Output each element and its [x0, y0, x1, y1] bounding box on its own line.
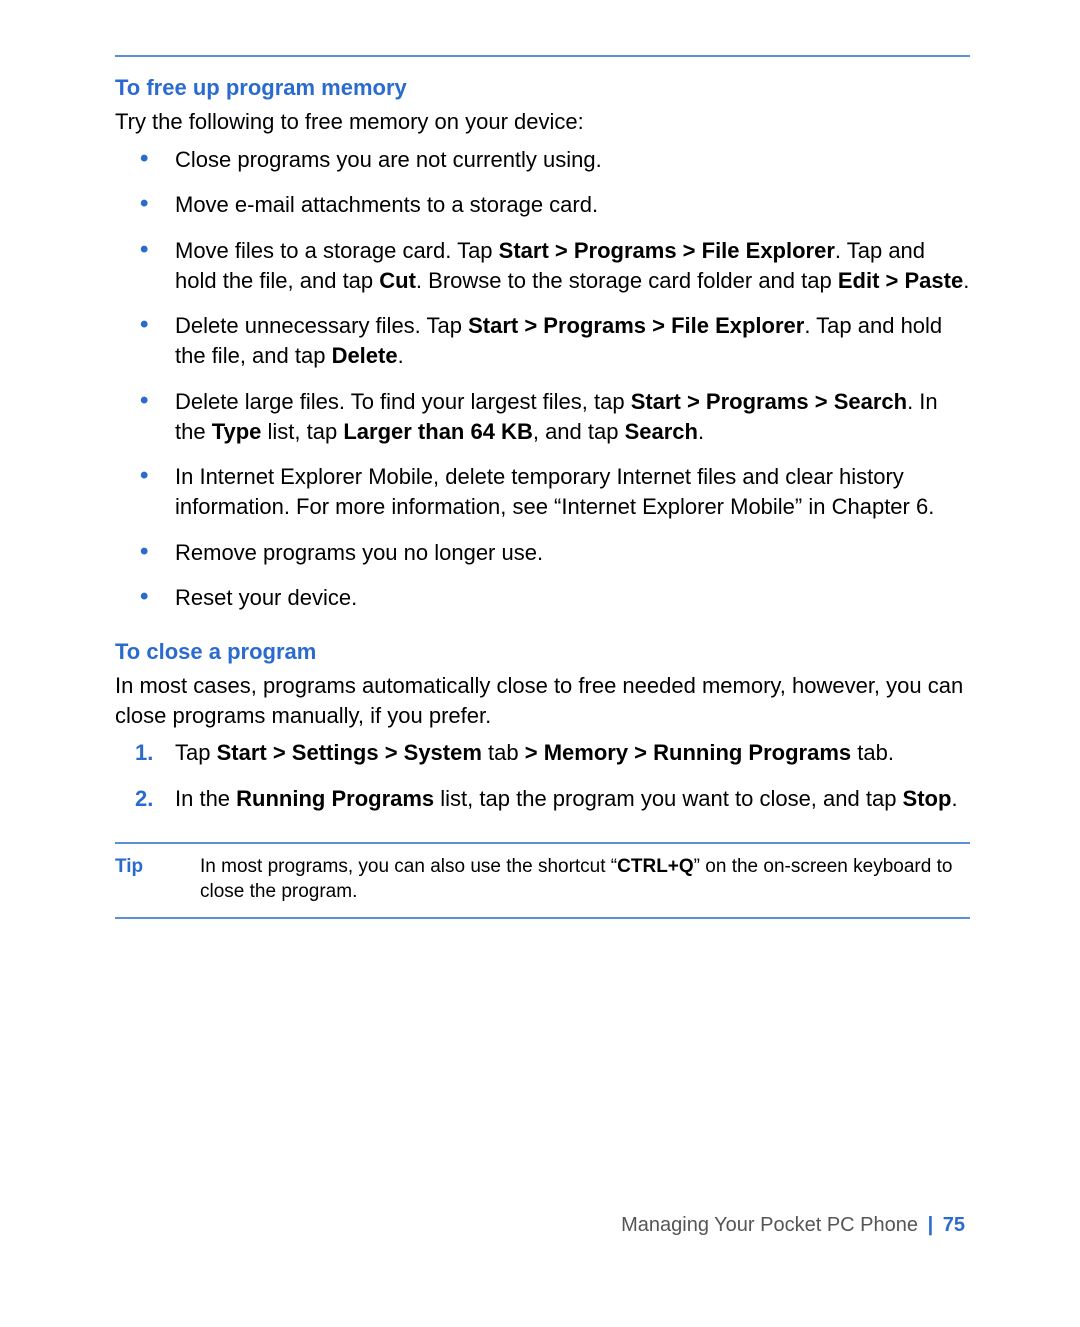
bold: > Memory > Running Programs — [525, 740, 851, 765]
bullet-list-memory: Close programs you are not currently usi… — [115, 145, 970, 613]
text: . — [398, 343, 404, 368]
text: Remove programs you no longer use. — [175, 540, 543, 565]
text: Close programs you are not currently usi… — [175, 147, 602, 172]
footer-separator: | — [924, 1214, 938, 1236]
text: list, tap the program you want to close,… — [434, 786, 902, 811]
text: Move e-mail attachments to a storage car… — [175, 192, 598, 217]
heading-free-memory: To free up program memory — [115, 75, 970, 101]
bold: Start > Programs > File Explorer — [499, 238, 835, 263]
bold: Search — [625, 419, 698, 444]
text: tab — [482, 740, 525, 765]
text: Delete large files. To find your largest… — [175, 389, 631, 414]
bold: Start > Programs > Search — [631, 389, 907, 414]
bullet-item: Close programs you are not currently usi… — [175, 145, 970, 175]
tip-block: Tip In most programs, you can also use t… — [115, 842, 970, 919]
bullet-item: In Internet Explorer Mobile, delete temp… — [175, 462, 970, 521]
text: In Internet Explorer Mobile, delete temp… — [175, 464, 934, 519]
bullet-item: Reset your device. — [175, 583, 970, 613]
text: Tap — [175, 740, 217, 765]
step-item: Tap Start > Settings > System tab > Memo… — [175, 738, 970, 768]
bold: Running Programs — [236, 786, 434, 811]
step-item: In the Running Programs list, tap the pr… — [175, 784, 970, 814]
bold: Start > Settings > System — [217, 740, 482, 765]
text: Delete unnecessary files. Tap — [175, 313, 468, 338]
bold: Start > Programs > File Explorer — [468, 313, 804, 338]
bullet-item: Delete large files. To find your largest… — [175, 387, 970, 446]
heading-close-program: To close a program — [115, 639, 970, 665]
document-page: To free up program memory Try the follow… — [0, 0, 1080, 1327]
bold: Delete — [332, 343, 398, 368]
ordered-steps: Tap Start > Settings > System tab > Memo… — [115, 738, 970, 813]
text: . — [698, 419, 704, 444]
tip-content: In most programs, you can also use the s… — [200, 854, 970, 905]
bullet-item: Remove programs you no longer use. — [175, 538, 970, 568]
intro-close-program: In most cases, programs automatically cl… — [115, 671, 970, 730]
bold: Larger than 64 KB — [343, 419, 533, 444]
tip-label: Tip — [115, 854, 200, 880]
text: list, tap — [261, 419, 343, 444]
intro-free-memory: Try the following to free memory on your… — [115, 107, 970, 137]
footer-chapter: Managing Your Pocket PC Phone — [621, 1214, 918, 1236]
text: Move files to a storage card. Tap — [175, 238, 499, 263]
text: . — [951, 786, 957, 811]
text: , and tap — [533, 419, 625, 444]
bullet-item: Move files to a storage card. Tap Start … — [175, 236, 970, 295]
bold: Cut — [379, 268, 416, 293]
bold: Type — [212, 419, 262, 444]
text: In most programs, you can also use the s… — [200, 856, 617, 877]
bold: CTRL+Q — [617, 856, 694, 877]
text: . Browse to the storage card folder and … — [416, 268, 838, 293]
page-footer: Managing Your Pocket PC Phone | 75 — [621, 1214, 965, 1237]
bold: Stop — [903, 786, 952, 811]
bullet-item: Move e-mail attachments to a storage car… — [175, 190, 970, 220]
text: In the — [175, 786, 236, 811]
top-rule — [115, 55, 970, 57]
text: Reset your device. — [175, 585, 357, 610]
text: . — [963, 268, 969, 293]
text: tab. — [851, 740, 894, 765]
footer-page-number: 75 — [943, 1214, 965, 1236]
bullet-item: Delete unnecessary files. Tap Start > Pr… — [175, 311, 970, 370]
bold: Edit > Paste — [838, 268, 963, 293]
